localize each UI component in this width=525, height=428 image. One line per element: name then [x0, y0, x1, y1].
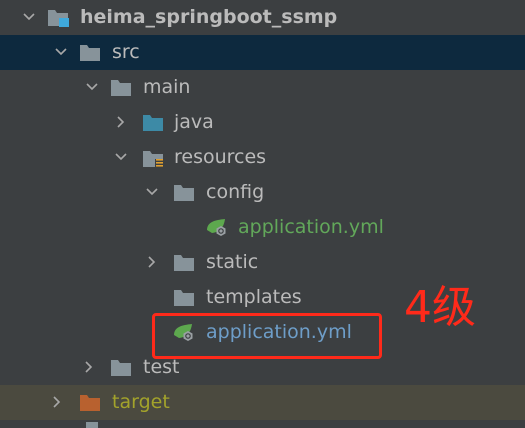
- chevron-down-icon[interactable]: [114, 150, 124, 160]
- folder-icon: [173, 184, 195, 202]
- chevron-down-icon[interactable]: [22, 10, 32, 20]
- folder-icon: [110, 79, 132, 97]
- file-icon: [86, 422, 98, 428]
- tree-item-label: resources: [174, 146, 267, 168]
- chevron-right-icon[interactable]: [50, 395, 60, 405]
- tree-item-src[interactable]: src: [0, 35, 525, 70]
- tree-item-static[interactable]: static: [0, 245, 525, 280]
- tree-item-target[interactable]: target: [0, 385, 525, 420]
- folder-icon: [173, 254, 195, 272]
- tree-item-config-application-yml[interactable]: application.yml: [0, 210, 525, 245]
- tree-item-label: main: [143, 76, 191, 98]
- folder-icon: [110, 359, 132, 377]
- folder-icon: [79, 44, 101, 62]
- tree-item-java[interactable]: java: [0, 105, 525, 140]
- chevron-down-icon[interactable]: [145, 185, 155, 195]
- source-folder-icon: [142, 114, 164, 132]
- chevron-right-icon[interactable]: [114, 115, 124, 125]
- tree-item-partial: [0, 420, 525, 428]
- tree-item-label: heima_springboot_ssmp: [80, 6, 338, 28]
- tree-item-label: src: [112, 41, 140, 63]
- resources-folder-icon: [142, 149, 164, 168]
- excluded-folder-icon: [79, 394, 101, 412]
- tree-item-label: application.yml: [238, 216, 384, 238]
- module-folder-icon: [47, 9, 69, 27]
- chevron-right-icon[interactable]: [145, 255, 155, 265]
- tree-item-label: target: [112, 391, 170, 413]
- tree-item-label: java: [174, 111, 214, 133]
- highlight-box: [152, 313, 382, 359]
- chevron-right-icon[interactable]: [82, 360, 92, 370]
- tree-item-resources[interactable]: resources: [0, 140, 525, 175]
- tree-item-config[interactable]: config: [0, 175, 525, 210]
- tree-item-main[interactable]: main: [0, 70, 525, 105]
- spring-config-icon: [206, 218, 228, 236]
- tree-item-label: templates: [206, 286, 302, 308]
- annotation-label: 4级: [404, 282, 476, 333]
- chevron-down-icon[interactable]: [54, 45, 64, 55]
- tree-item-label: static: [206, 251, 259, 273]
- folder-icon: [173, 289, 195, 307]
- tree-item-label: config: [206, 181, 265, 203]
- chevron-down-icon[interactable]: [85, 80, 95, 90]
- tree-item-project[interactable]: heima_springboot_ssmp: [0, 0, 525, 35]
